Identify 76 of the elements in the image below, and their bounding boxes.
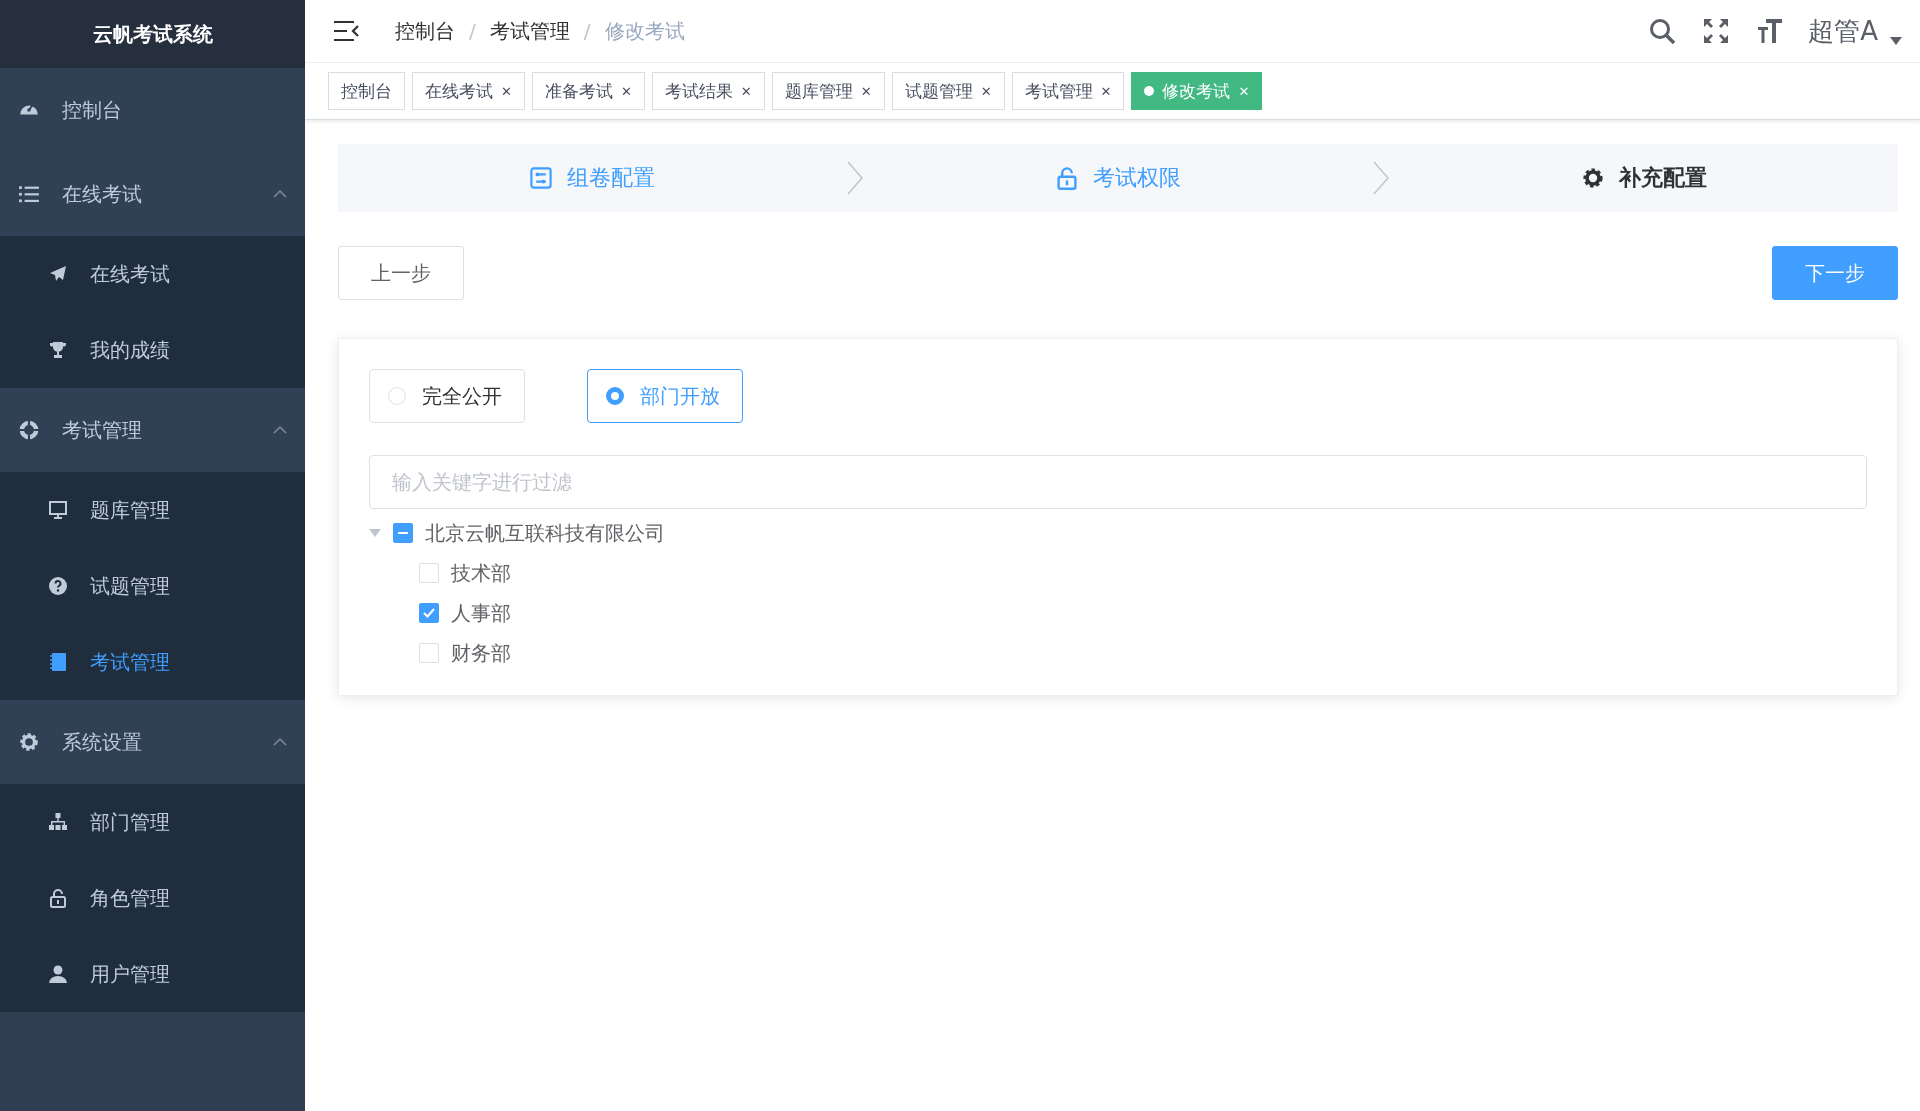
status-dot	[1144, 86, 1155, 96]
filter-field[interactable]: 输入关键字进行过滤	[369, 455, 1867, 509]
sidebar-item[interactable]: 在线考试	[0, 236, 305, 312]
breadcrumb-separator: /	[583, 19, 591, 43]
check-icon	[423, 608, 435, 618]
sidebar-item[interactable]: 我的成绩	[0, 312, 305, 388]
previous-button[interactable]: 上一步	[338, 246, 464, 300]
org-chart-icon	[48, 812, 68, 832]
monitor-icon	[48, 500, 68, 520]
tab-label: 题库管理	[784, 79, 853, 103]
breadcrumb-separator: /	[469, 19, 476, 43]
list-icon	[18, 183, 40, 205]
sidebar-item[interactable]: 用户管理	[0, 936, 305, 1012]
step: 组卷配置	[338, 163, 846, 193]
lock-icon	[1055, 166, 1079, 190]
sidebar-item[interactable]: 角色管理	[0, 860, 305, 936]
breadcrumb-item: 修改考试	[604, 17, 685, 45]
close-icon[interactable]: ✕	[980, 83, 992, 99]
tree-node-label[interactable]: 技术部	[451, 559, 511, 587]
breadcrumb-item[interactable]: 考试管理	[489, 17, 570, 45]
close-icon[interactable]: ✕	[1100, 83, 1112, 99]
lifebuoy-icon	[18, 419, 40, 441]
close-icon[interactable]: ✕	[860, 83, 872, 99]
tab[interactable]: 考试管理 ✕	[1011, 72, 1125, 110]
tab-label: 准备考试	[544, 79, 613, 103]
tab-label: 控制台	[341, 79, 392, 103]
lock-icon	[48, 888, 68, 908]
tree-node-label[interactable]: 北京云帆互联科技有限公司	[425, 519, 665, 547]
tab-label: 考试结果	[664, 79, 733, 103]
user-icon	[48, 964, 68, 984]
sidebar-item[interactable]: 部门管理	[0, 784, 305, 860]
chevron-icon	[1372, 160, 1390, 196]
text-size-icon[interactable]	[1756, 17, 1785, 45]
sidebar-group[interactable]: 在线考试	[0, 152, 305, 236]
app-title: 云帆考试系统	[0, 0, 305, 68]
minus-icon	[398, 532, 408, 534]
tab-label: 试题管理	[904, 79, 973, 103]
search-icon[interactable]	[1648, 17, 1677, 45]
close-icon[interactable]: ✕	[620, 83, 632, 99]
sidebar-item[interactable]: 题库管理	[0, 472, 305, 548]
sidebar-item[interactable]: 控制台	[0, 68, 305, 152]
settings-icon	[18, 731, 40, 753]
tab[interactable]: 考试结果 ✕	[651, 72, 765, 110]
form-icon	[529, 166, 553, 190]
sidebar-group[interactable]: 考试管理	[0, 388, 305, 472]
step: 补充配置	[1390, 163, 1898, 193]
notebook-icon	[48, 652, 68, 672]
tab[interactable]: 控制台	[328, 72, 405, 110]
sidebar-item[interactable]: 考试管理	[0, 624, 305, 700]
checkbox[interactable]	[419, 603, 439, 623]
question-icon	[48, 576, 68, 596]
tab[interactable]: 试题管理 ✕	[891, 72, 1005, 110]
tree-node-label[interactable]: 财务部	[451, 639, 511, 667]
step: 考试权限	[864, 163, 1372, 193]
tab[interactable]: 在线考试 ✕	[412, 72, 525, 110]
tab[interactable]: 题库管理 ✕	[771, 72, 885, 110]
checkbox[interactable]	[393, 523, 413, 543]
close-icon[interactable]: ✕	[740, 83, 752, 99]
caret-icon[interactable]	[369, 529, 381, 537]
sidebar-group[interactable]: 系统设置	[0, 700, 305, 784]
tab-label: 在线考试	[425, 79, 493, 103]
menu-icon[interactable]	[333, 20, 359, 42]
user-menu[interactable]: 超管A	[1808, 13, 1902, 49]
trophy-icon	[48, 340, 68, 360]
breadcrumb-item[interactable]: 控制台	[395, 17, 455, 45]
radio-option[interactable]: 完全公开	[369, 369, 525, 423]
fullscreen-icon[interactable]	[1702, 17, 1731, 45]
chevron-icon	[846, 160, 864, 196]
tab-label: 修改考试	[1162, 79, 1231, 103]
tab[interactable]: 准备考试 ✕	[531, 72, 645, 110]
tab-label: 考试管理	[1024, 79, 1093, 103]
sidebar-item[interactable]: 试题管理	[0, 548, 305, 624]
settings-icon	[1581, 166, 1605, 190]
tree-node-label[interactable]: 人事部	[451, 599, 511, 627]
close-icon[interactable]: ✕	[501, 83, 512, 99]
caret-icon	[1890, 36, 1902, 45]
